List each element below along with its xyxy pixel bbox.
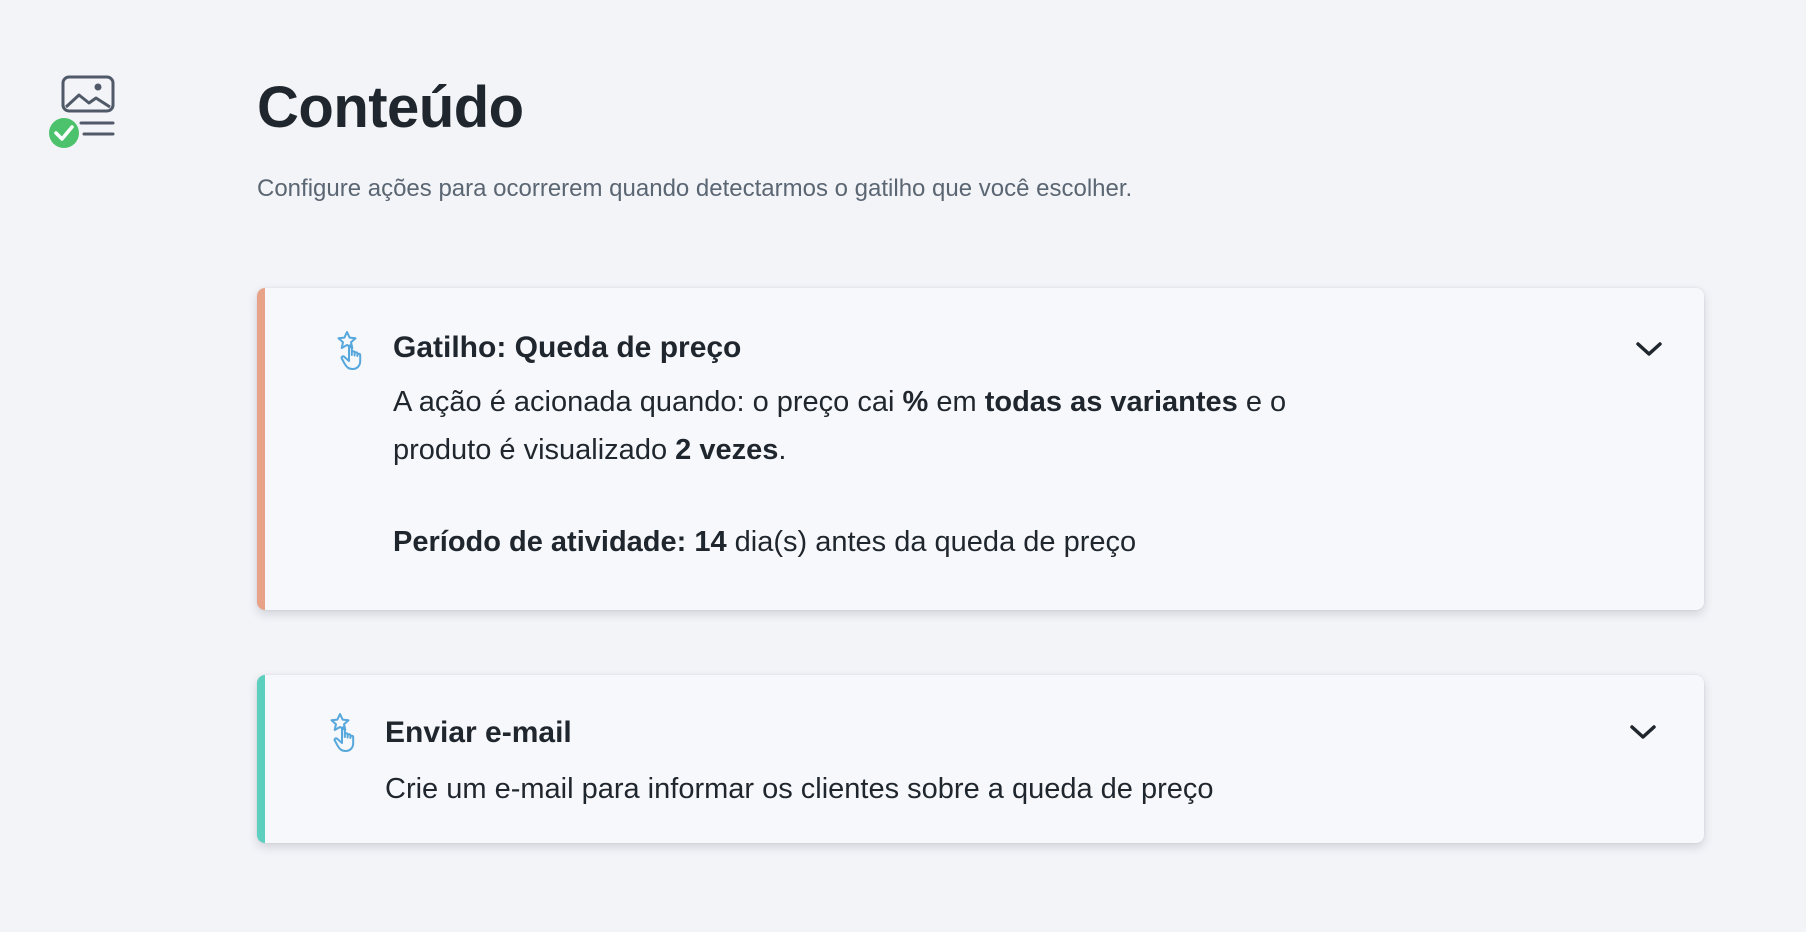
send-email-card-title: Enviar e-mail bbox=[385, 716, 572, 749]
send-email-card-accent bbox=[257, 675, 265, 843]
trigger-card-period: Período de atividade: 14 dia(s) antes da… bbox=[393, 522, 1584, 562]
chevron-down-icon[interactable] bbox=[1628, 721, 1658, 743]
page-title: Conteúdo bbox=[257, 75, 524, 140]
trigger-variants: todas as variantes bbox=[984, 386, 1238, 418]
send-email-card[interactable]: Enviar e-mail Crie um e-mail para inform… bbox=[257, 675, 1704, 843]
pointer-star-icon bbox=[335, 330, 373, 372]
chevron-down-icon[interactable] bbox=[1634, 338, 1664, 360]
page-subtitle: Configure ações para ocorrerem quando de… bbox=[257, 175, 1133, 202]
send-email-card-description: Crie um e-mail para informar os clientes… bbox=[385, 773, 1214, 805]
content-image-check-icon bbox=[46, 74, 120, 154]
send-email-card-body: Enviar e-mail Crie um e-mail para inform… bbox=[385, 713, 1584, 813]
trigger-card-body: Gatilho: Queda de preço A ação é acionad… bbox=[393, 328, 1584, 562]
trigger-period-text: dia(s) antes da queda de preço bbox=[726, 526, 1137, 558]
trigger-card-accent bbox=[257, 288, 265, 610]
trigger-percent: % bbox=[902, 386, 929, 418]
trigger-text-end: . bbox=[778, 434, 787, 466]
page-header: Conteúdo Configure ações para ocorrerem … bbox=[257, 70, 1657, 204]
trigger-period-label: Período de atividade: 14 bbox=[393, 526, 727, 558]
trigger-card-description: A ação é acionada quando: o preço cai % … bbox=[393, 378, 1353, 474]
trigger-text-prefix: A ação é acionada quando: o preço cai bbox=[393, 386, 903, 418]
trigger-text-mid1: em bbox=[928, 386, 985, 418]
trigger-card[interactable]: Gatilho: Queda de preço A ação é acionad… bbox=[257, 288, 1704, 610]
trigger-card-title: Gatilho: Queda de preço bbox=[393, 331, 742, 364]
page: Conteúdo Configure ações para ocorrerem … bbox=[0, 0, 1806, 932]
pointer-star-icon bbox=[328, 712, 366, 754]
trigger-views: 2 vezes bbox=[675, 434, 779, 466]
